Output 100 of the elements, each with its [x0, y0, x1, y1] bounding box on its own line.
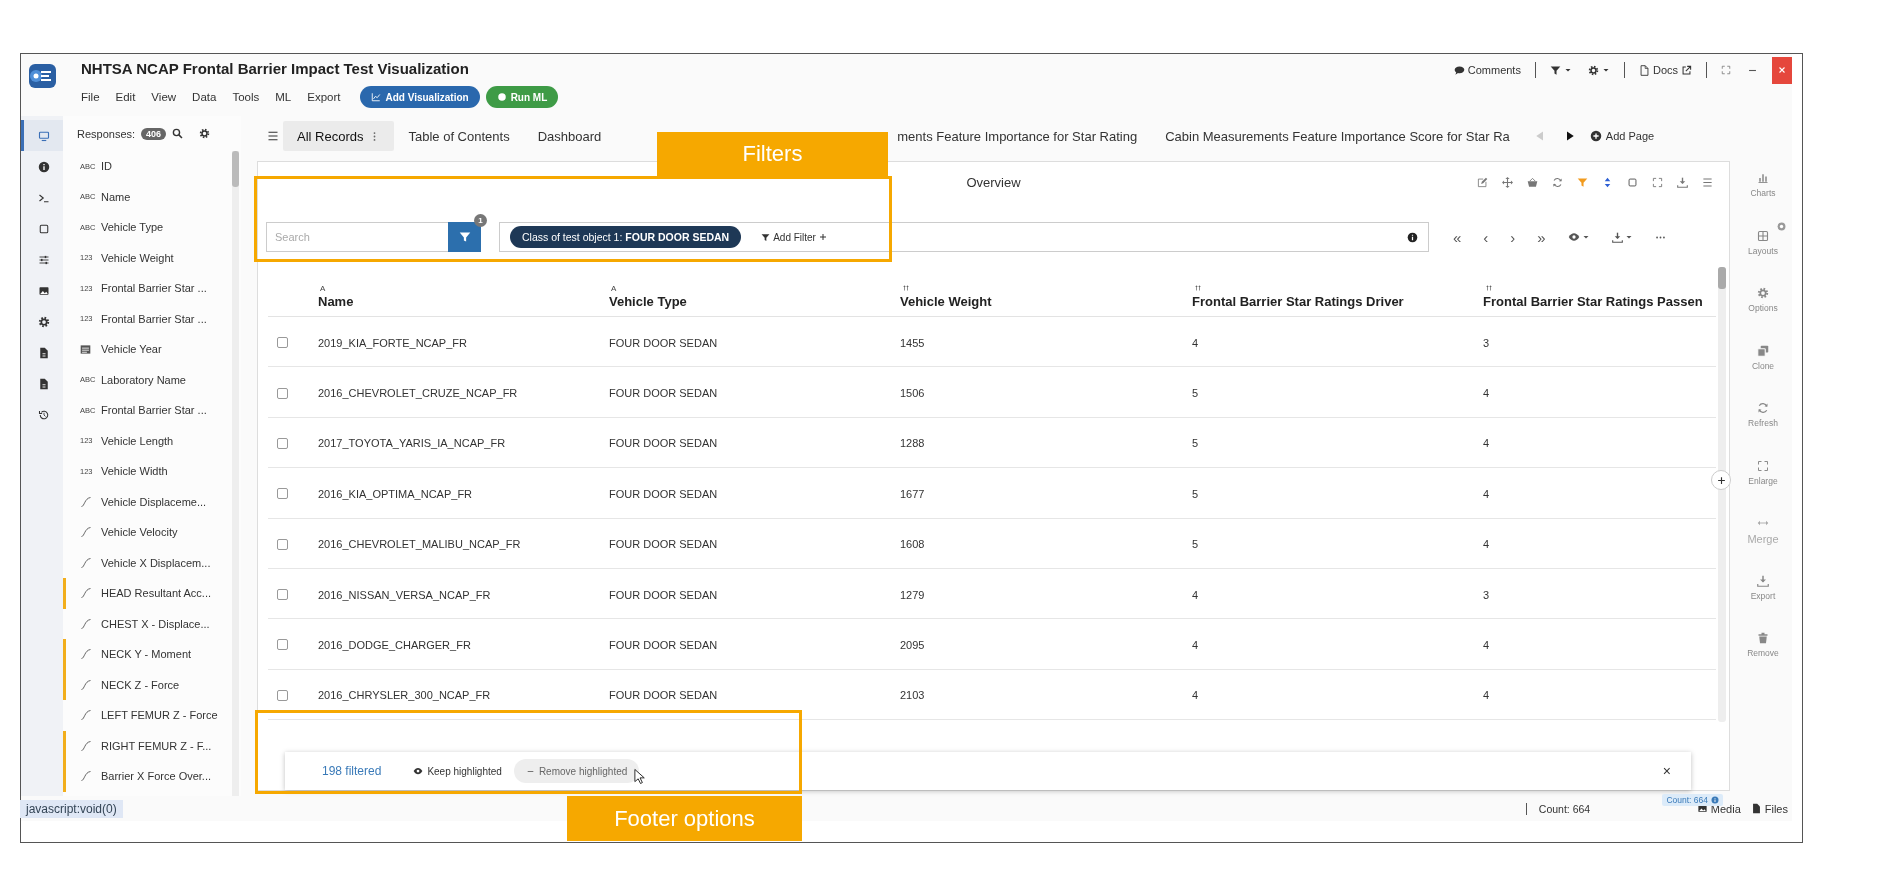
monitor-button[interactable]	[21, 120, 63, 151]
remove-highlighted-button[interactable]: Remove highlighted	[513, 759, 640, 783]
fullscreen-icon[interactable]	[1721, 65, 1731, 75]
download-dropdown[interactable]	[1611, 231, 1633, 243]
checkbox[interactable]	[277, 337, 288, 349]
filter-button[interactable]	[448, 222, 481, 252]
download-icon[interactable]	[1677, 176, 1688, 188]
table-cell: FOUR DOOR SEDAN	[609, 437, 718, 450]
column-header[interactable]: Frontal Barrier Star Ratings Driver	[1192, 294, 1483, 309]
scrollbar[interactable]	[232, 151, 239, 796]
next-page-button[interactable]: ›	[1510, 228, 1516, 246]
checkbox[interactable]	[277, 538, 288, 550]
comments-button[interactable]: Comments	[1445, 64, 1529, 76]
field-item[interactable]: Vehicle Velocity	[63, 517, 232, 548]
side-panel-button[interactable]: Remove	[1734, 632, 1792, 690]
move-icon[interactable]	[1502, 176, 1513, 188]
files-button[interactable]: Files	[1750, 802, 1788, 815]
edit-icon[interactable]	[1477, 176, 1488, 188]
side-panel-button[interactable]: Clone	[1734, 344, 1792, 402]
search-icon[interactable]	[172, 128, 184, 139]
first-page-button[interactable]: «	[1453, 228, 1462, 246]
caret-icon	[1581, 233, 1590, 241]
add-column-button[interactable]	[1711, 470, 1731, 490]
view-dropdown[interactable]	[1567, 231, 1590, 243]
refresh-icon[interactable]	[1552, 176, 1563, 188]
document-icon	[37, 346, 50, 359]
column-header[interactable]: Name	[318, 294, 609, 309]
table-cell: 4	[1483, 487, 1490, 500]
filter-chip[interactable]: Class of test object 1: FOUR DOOR SEDAN	[510, 226, 742, 248]
checkbox[interactable]	[277, 689, 288, 701]
checkbox[interactable]	[277, 387, 288, 399]
info-icon	[1711, 796, 1719, 804]
table-cell: 4	[1483, 689, 1490, 702]
checkbox[interactable]	[277, 589, 288, 601]
checkbox[interactable]	[277, 639, 288, 651]
menu-icon[interactable]	[1702, 176, 1713, 188]
side-panel-button[interactable]: Charts	[1734, 172, 1792, 230]
caret-icon	[1563, 66, 1572, 74]
menu-item[interactable]: View	[143, 91, 185, 103]
field-item[interactable]: CHEST X - Displace...	[63, 608, 232, 639]
side-panel-button[interactable]: Refresh	[1734, 402, 1792, 460]
field-item[interactable]: LEFT FEMUR Z - Force	[63, 700, 232, 731]
menu-item[interactable]: Edit	[107, 91, 144, 103]
side-panel-button[interactable]: Enlarge	[1734, 459, 1792, 517]
sort-icon[interactable]	[1602, 176, 1613, 188]
add-filter-button[interactable]: Add Filter	[761, 231, 827, 243]
run-ml-button[interactable]: Run ML	[485, 86, 559, 108]
table-cell: FOUR DOOR SEDAN	[609, 336, 718, 349]
square-icon[interactable]	[1627, 176, 1638, 188]
tab[interactable]: ments Feature Importance for Star Rating	[893, 121, 1152, 151]
search-field[interactable]: Search	[266, 222, 448, 252]
filtered-count-link[interactable]: 198 filtered	[322, 764, 382, 778]
tab[interactable]: Cabin Measurements Feature Importance Score for Star Ra	[1151, 121, 1524, 151]
document-icon	[37, 377, 50, 390]
last-page-button[interactable]: »	[1537, 228, 1546, 246]
field-item[interactable]: Vehicle X Displacem...	[63, 547, 232, 578]
plus-icon	[818, 233, 827, 241]
fullscreen-icon[interactable]	[1652, 176, 1663, 188]
table-cell: 2016_KIA_OPTIMA_NCAP_FR	[318, 487, 473, 500]
field-item[interactable]: Vehicle Displaceme...	[63, 486, 232, 517]
tab[interactable]: Dashboard	[523, 121, 616, 151]
number-type-icon	[1485, 284, 1493, 292]
menu-item[interactable]: ML	[267, 91, 300, 103]
checkbox[interactable]	[277, 437, 288, 449]
tab[interactable]: Table of Contents	[394, 121, 524, 151]
callout-label: Footer options	[567, 796, 802, 841]
tab[interactable]: All Records	[283, 121, 395, 151]
settings-icon[interactable]	[199, 128, 211, 139]
table-cell: 4	[1192, 689, 1199, 702]
side-panel-button[interactable]: Export	[1734, 574, 1792, 632]
settings-icon	[37, 315, 50, 328]
close-button[interactable]	[1772, 56, 1792, 84]
menu-item[interactable]: Tools	[224, 91, 268, 103]
menu-item[interactable]: Data	[184, 91, 225, 103]
table-cell: 2019_KIA_FORTE_NCAP_FR	[318, 336, 467, 349]
keep-highlighted-button[interactable]: Keep highlighted	[413, 765, 502, 777]
menu-item[interactable]: File	[81, 91, 108, 103]
column-header[interactable]: Vehicle Weight	[900, 294, 1192, 309]
add-page-button[interactable]: Add Page	[1589, 130, 1655, 142]
basket-icon[interactable]	[1527, 176, 1538, 188]
column-header[interactable]: Vehicle Type	[609, 294, 900, 309]
field-item[interactable]: Vehicle Year	[63, 334, 232, 365]
previous-page-button[interactable]: ‹	[1483, 228, 1489, 246]
sliders-icon	[37, 253, 50, 266]
table-cell: 2016_CHEVROLET_CRUZE_NCAP_FR	[318, 387, 518, 399]
side-panel-button[interactable]: Options	[1734, 287, 1792, 345]
side-panel-button[interactable]: Layouts	[1734, 229, 1792, 287]
table-cell: 1279	[900, 588, 925, 601]
docs-button[interactable]: Docs	[1630, 64, 1700, 76]
image-icon	[37, 284, 50, 297]
table-cell: 5	[1192, 538, 1199, 551]
menu-item[interactable]: Export	[299, 91, 349, 103]
table-cell: 3	[1483, 336, 1490, 349]
checkbox[interactable]	[277, 488, 288, 500]
menu-icon[interactable]	[267, 130, 279, 142]
filter-icon	[458, 231, 471, 243]
add-visualization-button[interactable]: Add Visualization	[360, 86, 480, 108]
scrollbar[interactable]	[1718, 267, 1726, 722]
close-button[interactable]: ×	[1662, 763, 1671, 779]
column-header[interactable]: Frontal Barrier Star Ratings Passen	[1483, 294, 1716, 309]
